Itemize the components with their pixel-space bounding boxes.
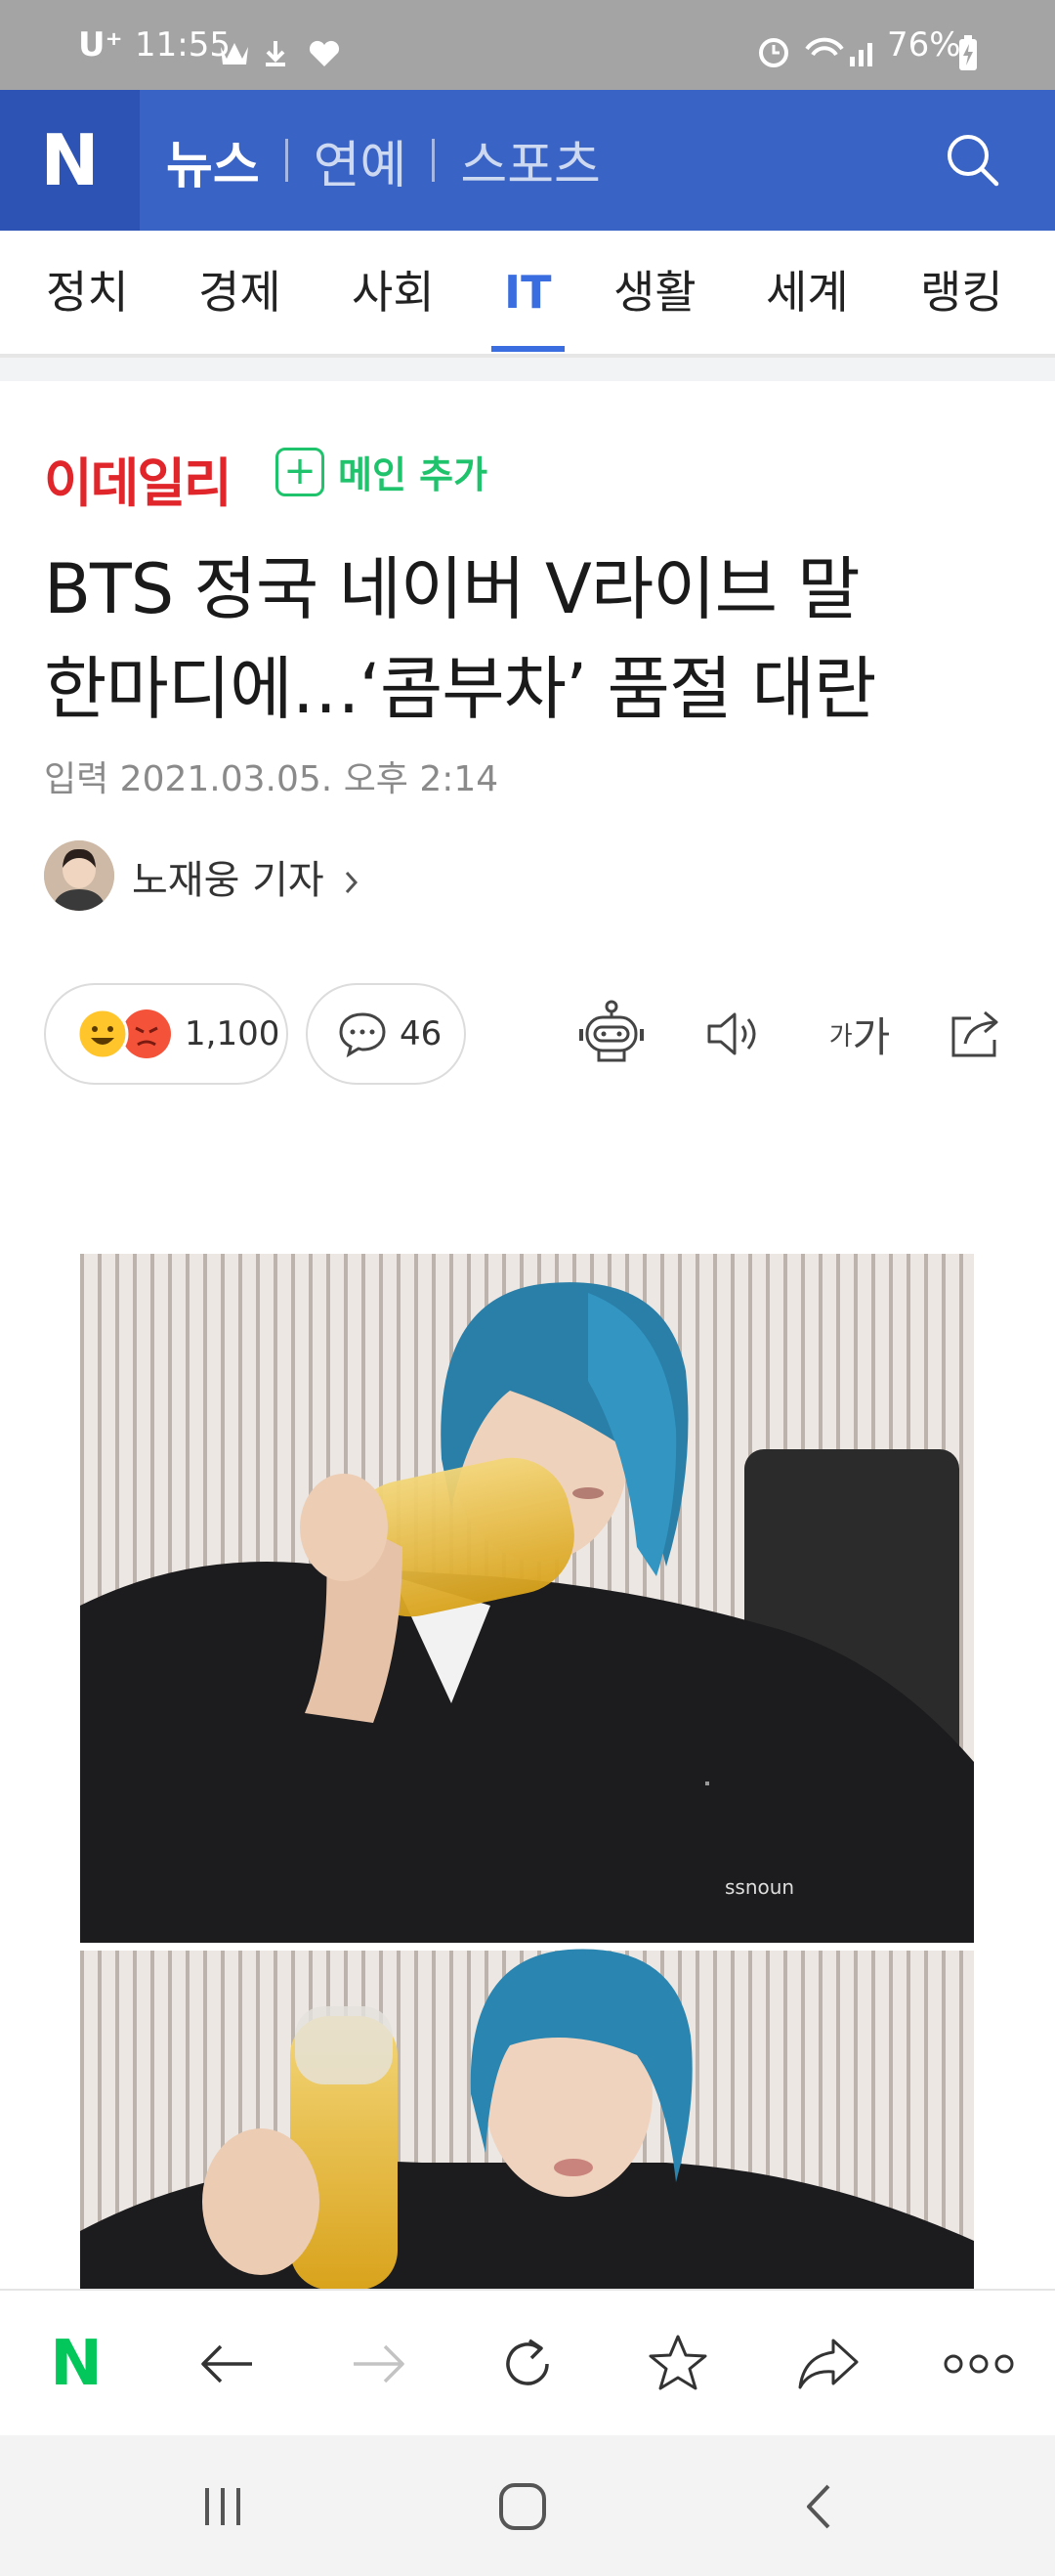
search-icon[interactable] xyxy=(942,129,1004,192)
font-size-big-label: 가 xyxy=(852,1012,891,1061)
comment-icon xyxy=(339,1012,386,1057)
recent-apps-icon[interactable] xyxy=(199,2482,248,2531)
article-photo[interactable]: ssnoun xyxy=(80,1254,974,2290)
home-icon[interactable] xyxy=(496,2480,549,2533)
refresh-button[interactable] xyxy=(469,2291,586,2437)
section-tab-society[interactable]: 사회 xyxy=(352,231,435,354)
header-tab-news[interactable]: 뉴스 xyxy=(166,124,260,197)
naver-logo-button[interactable]: N xyxy=(0,90,140,231)
comment-button[interactable]: 46 xyxy=(306,983,466,1085)
speaker-icon xyxy=(707,1012,756,1055)
section-tab-it[interactable]: IT xyxy=(504,231,552,354)
section-tab-politics[interactable]: 정치 xyxy=(46,231,129,354)
battery-percent: 76% xyxy=(887,25,961,64)
article-title-line1: BTS 정국 네이버 V라이브 말 xyxy=(44,549,861,629)
header-divider xyxy=(432,139,436,182)
share-arrow-icon xyxy=(798,2339,859,2389)
reaction-count: 1,100 xyxy=(185,1014,280,1053)
status-system-icons xyxy=(759,37,872,67)
more-button[interactable] xyxy=(920,2291,1037,2437)
share-icon xyxy=(951,1010,998,1057)
header-tab-sports[interactable]: 스포츠 xyxy=(460,124,601,197)
summary-bot-button[interactable] xyxy=(572,995,651,1073)
article-title-line2: 한마디에…‘콤부차’ 품절 대란 xyxy=(44,649,876,729)
section-tab-economy[interactable]: 경제 xyxy=(198,231,281,354)
article-date: 입력 2021.03.05. 오후 2:14 xyxy=(44,759,499,799)
system-nav-bar xyxy=(0,2435,1055,2576)
reporter-name: 노재웅 기자 xyxy=(132,858,324,903)
reporter-avatar[interactable] xyxy=(44,840,114,911)
star-icon xyxy=(649,2335,707,2390)
section-divider xyxy=(0,358,1055,381)
section-tab-ranking[interactable]: 랭킹 xyxy=(920,231,1003,354)
naver-home-logo: N xyxy=(50,2328,103,2400)
battery-icon xyxy=(959,35,977,70)
font-size-small-label: 가 xyxy=(828,1021,853,1052)
comment-count: 46 xyxy=(400,1014,443,1053)
bookmark-button[interactable] xyxy=(619,2291,737,2437)
back-button[interactable] xyxy=(168,2291,285,2437)
refresh-icon xyxy=(506,2339,549,2385)
svg-text:ssnoun: ssnoun xyxy=(725,1875,794,1899)
section-tab-life[interactable]: 생활 xyxy=(613,231,696,354)
main-add-label: 메인 추가 xyxy=(338,453,488,496)
naver-header: N 뉴스 연예 스포츠 xyxy=(0,90,1055,231)
section-nav: 정치 경제 사회 IT 생활 세계 랭킹 xyxy=(0,231,1055,358)
reaction-emoji-icon xyxy=(76,1008,171,1060)
more-icon xyxy=(944,2354,1014,2374)
reaction-button[interactable]: 1,100 xyxy=(44,983,288,1085)
header-divider xyxy=(284,139,288,182)
carrier-label: U⁺ xyxy=(78,25,123,64)
header-tabs: 뉴스 연예 스포츠 xyxy=(166,90,601,231)
robot-summary-icon xyxy=(579,1000,644,1062)
chevron-right-icon xyxy=(346,871,359,894)
listen-button[interactable] xyxy=(694,995,772,1073)
browser-toolbar: N xyxy=(0,2289,1055,2437)
font-size-button[interactable]: 가가 xyxy=(811,995,908,1073)
share-button[interactable] xyxy=(938,995,1016,1073)
reporter-link[interactable]: 노재웅 기자 xyxy=(132,848,361,905)
system-back-icon[interactable] xyxy=(799,2480,838,2533)
active-tab-indicator xyxy=(491,346,565,352)
forward-arrow-icon xyxy=(354,2344,404,2383)
plus-icon: + xyxy=(275,447,324,496)
header-tab-entertainment[interactable]: 연예 xyxy=(314,124,407,197)
back-arrow-icon xyxy=(201,2344,252,2383)
status-notification-icons xyxy=(221,40,340,66)
naver-logo: N xyxy=(40,119,100,201)
status-bar: U⁺ 11:55 76% xyxy=(0,0,1055,90)
article-title: BTS 정국 네이버 V라이브 말 한마디에…‘콤부차’ 품절 대란 xyxy=(44,539,1021,739)
naver-home-button[interactable]: N xyxy=(18,2291,135,2437)
section-tab-world[interactable]: 세계 xyxy=(766,231,849,354)
main-add-button[interactable]: + 메인 추가 xyxy=(275,445,487,498)
forward-button[interactable] xyxy=(320,2291,438,2437)
share-page-button[interactable] xyxy=(770,2291,887,2437)
press-logo[interactable]: 이데일리 xyxy=(44,440,232,517)
